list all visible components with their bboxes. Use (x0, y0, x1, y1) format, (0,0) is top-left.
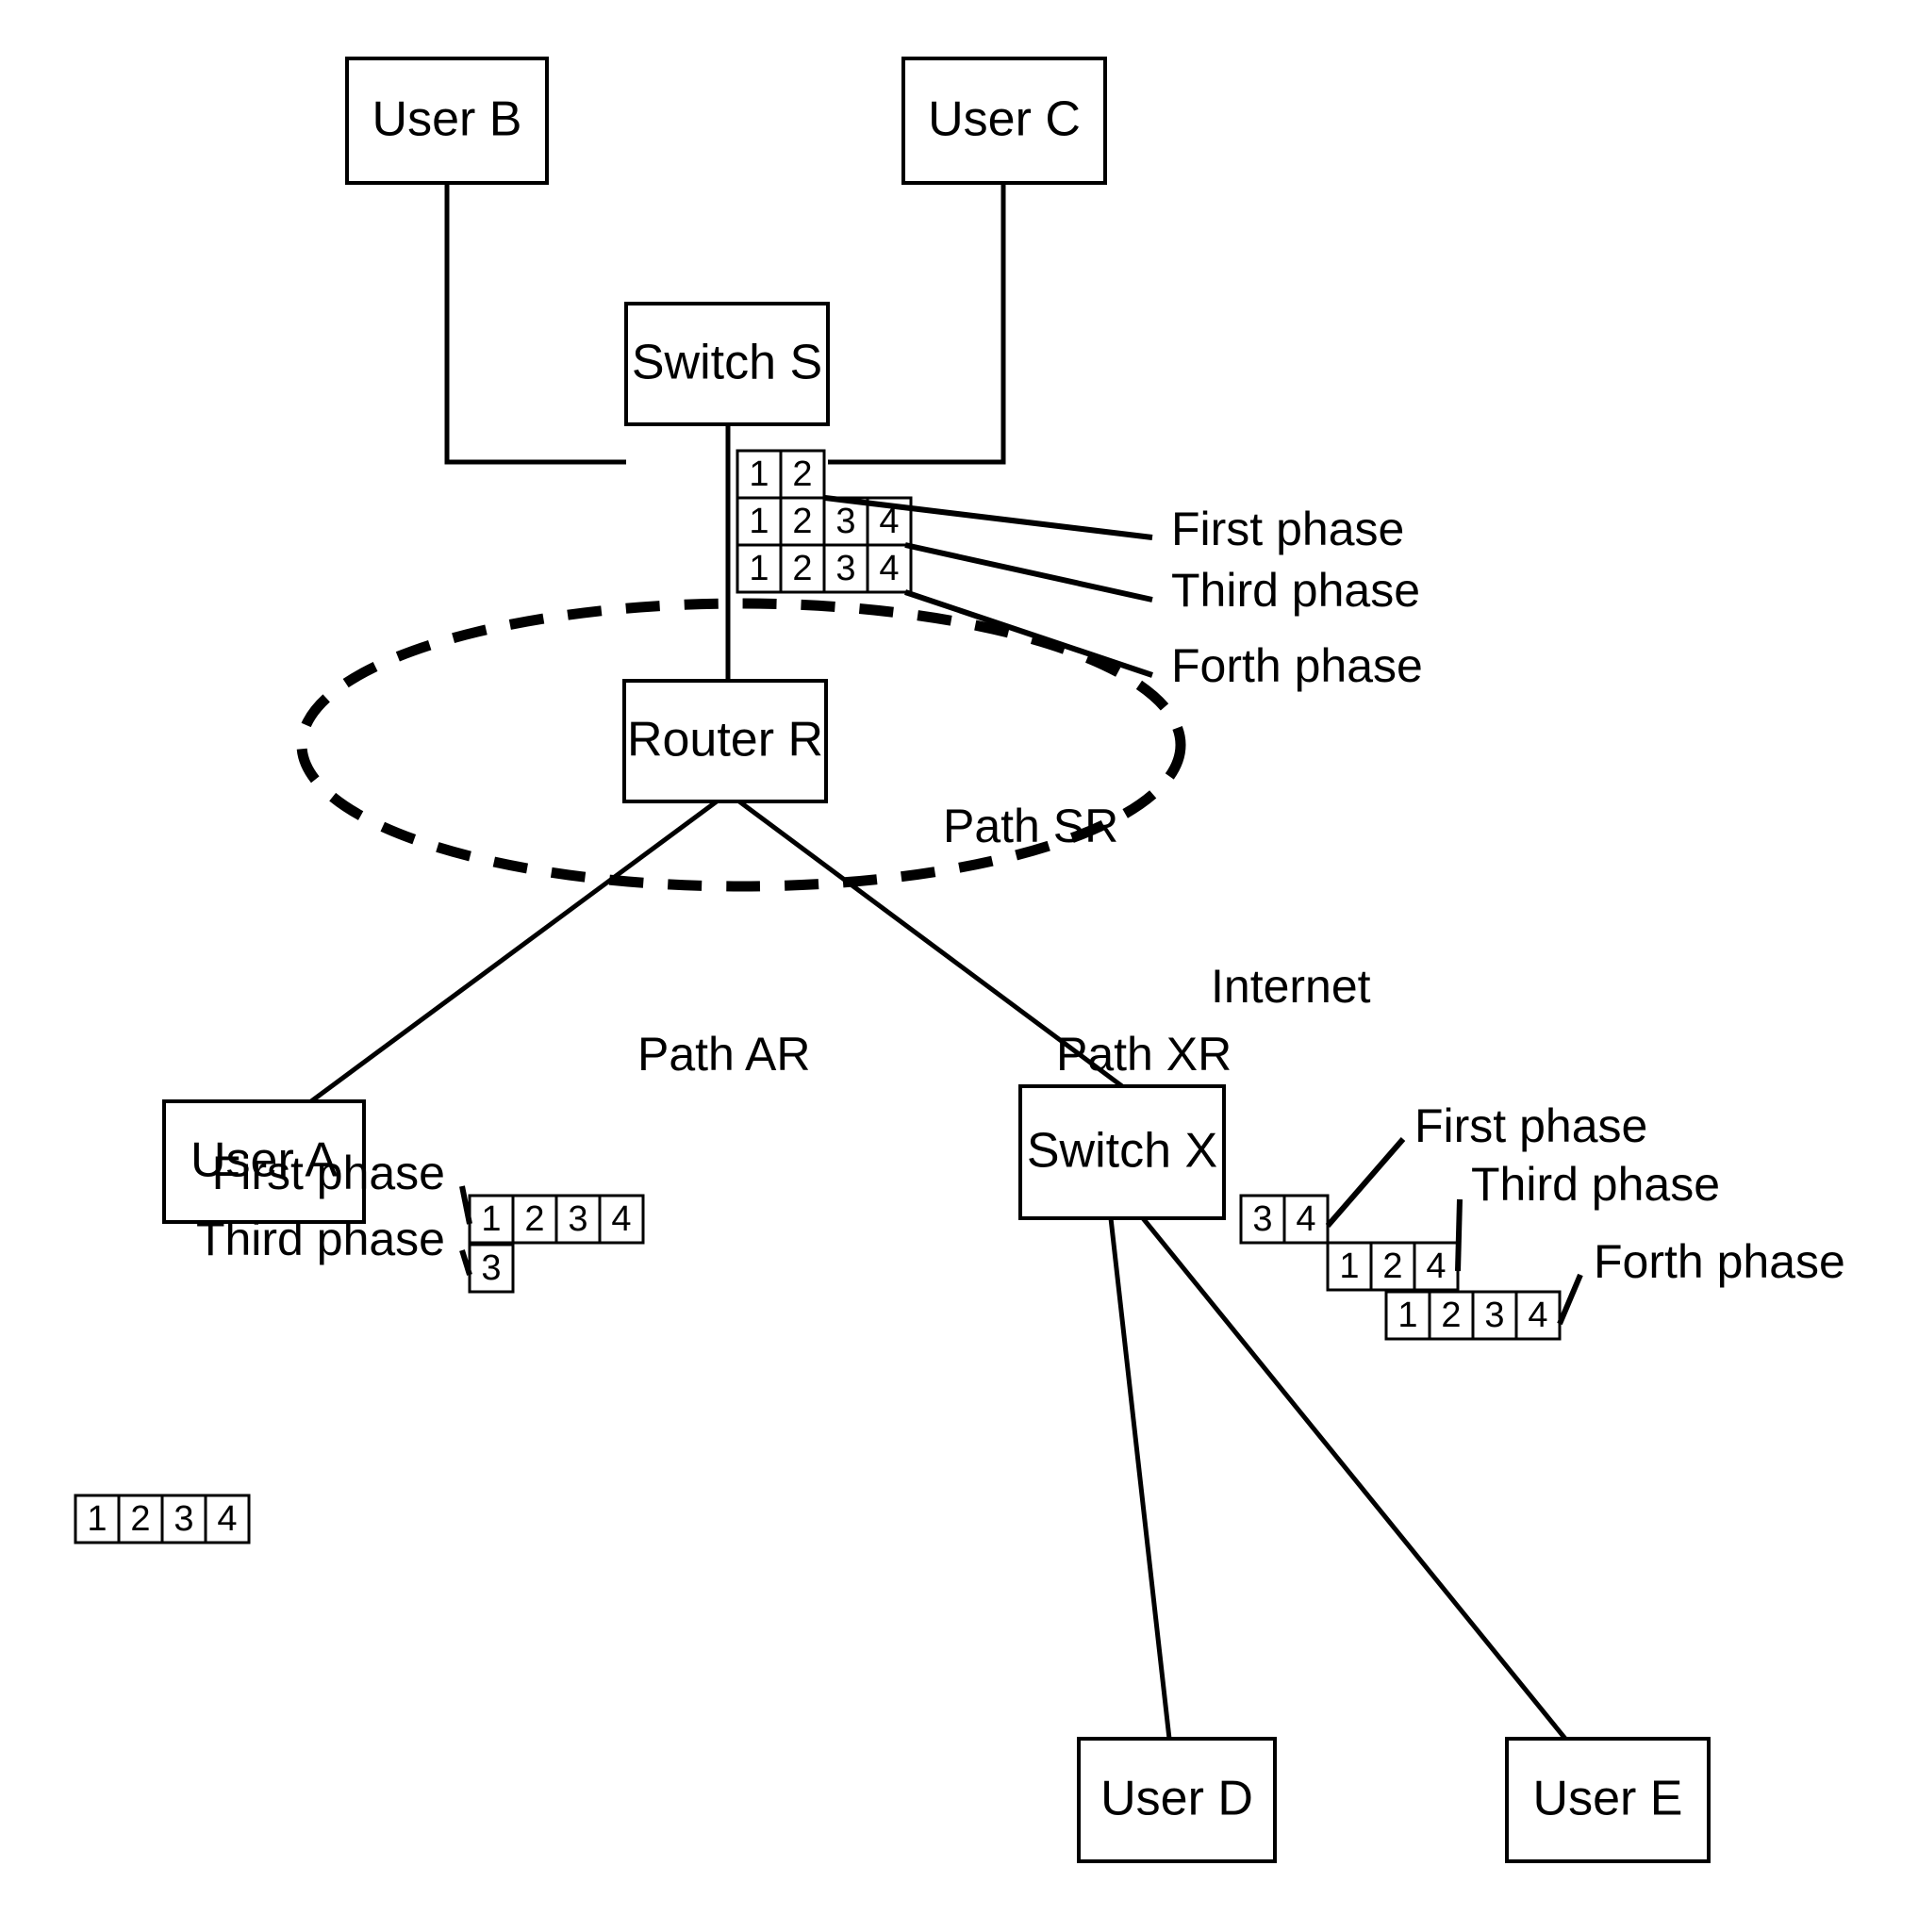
packet-cell-value: 3 (174, 1499, 193, 1539)
packet-group-ar-first: 1234 (468, 1194, 645, 1245)
packet-cell-value: 4 (1528, 1296, 1547, 1335)
packet-group-xr-third: 124 (1326, 1241, 1460, 1292)
packet-cell-value: 1 (481, 1199, 501, 1239)
packet-cell-value: 1 (1339, 1247, 1359, 1286)
node-label-user_e: User E (1533, 1772, 1683, 1826)
packet-cell-value: 3 (568, 1199, 587, 1239)
node-switch_x[interactable]: Switch X (1018, 1084, 1226, 1220)
phase-label-ar-third: Third phase (196, 1213, 445, 1265)
packet-cell-value: 1 (1397, 1296, 1417, 1335)
internet-label: Internet (1211, 960, 1371, 1013)
packet-cell-value: 1 (749, 502, 769, 541)
packet-cell-value: 4 (217, 1499, 237, 1539)
leader-line-sr-third (904, 542, 1153, 603)
packet-cell-value: 1 (749, 549, 769, 588)
link-user_c-switch_s (828, 183, 1006, 465)
phase-label-sr-first: First phase (1171, 503, 1404, 555)
phase-label-xr-first: First phase (1414, 1099, 1647, 1152)
node-label-user_d: User D (1100, 1772, 1253, 1826)
packet-cell-value: 2 (524, 1199, 544, 1239)
packet-cell-value: 3 (835, 502, 855, 541)
leader-line-ar-first (459, 1185, 472, 1225)
phase-label-sr-third: Third phase (1171, 564, 1420, 617)
leader-line-xr-first (1325, 1137, 1406, 1228)
node-user_b[interactable]: User B (345, 57, 549, 185)
leader-line-xr-third (1455, 1198, 1463, 1272)
leader-line-sr-forth (904, 589, 1153, 678)
packet-cell-value: 3 (1484, 1296, 1504, 1335)
packet-cell-value: 1 (749, 454, 769, 494)
network-diagram-canvas: Internet User B User C Switch S Router R Use… (0, 0, 1918, 1932)
packet-cell-value: 3 (1252, 1199, 1272, 1239)
packet-cell-value: 2 (1382, 1247, 1402, 1286)
phase-label-sr-forth: Forth phase (1171, 639, 1423, 692)
packet-cell-value: 3 (835, 549, 855, 588)
node-layer: User B User CSwitch SRouter RUser A Switch… (162, 57, 1711, 1863)
packet-group-xr-forth: 1234 (1384, 1290, 1562, 1341)
packet-group-user-a-buffer: 1234 (74, 1494, 251, 1544)
node-label-user_c: User C (928, 92, 1081, 147)
packet-group-xr-first: 34 (1239, 1194, 1330, 1245)
packet-cell-value: 2 (130, 1499, 150, 1539)
packet-cell-value: 4 (1296, 1199, 1315, 1239)
path-label-path_ar: Path AR (637, 1028, 810, 1081)
packet-cell-value: 1 (87, 1499, 107, 1539)
packet-group-sr-forth: 1234 (736, 543, 913, 594)
node-switch_s[interactable]: Switch S (624, 302, 830, 426)
phase-label-ar-first: First phase (212, 1147, 445, 1199)
packet-cell-value: 2 (792, 549, 812, 588)
path-label-path_xr: Path XR (1056, 1028, 1232, 1081)
phase-label-xr-third: Third phase (1471, 1158, 1720, 1211)
packet-cell-value: 3 (481, 1248, 501, 1288)
path-label-path_sr: Path SR (943, 800, 1118, 852)
link-switch_x-user_d (1108, 1217, 1172, 1740)
packet-cell-value: 2 (792, 454, 812, 494)
phase-label-xr-forth: Forth phase (1594, 1235, 1845, 1288)
link-layer (309, 183, 1567, 1741)
packet-cell-value: 4 (1426, 1247, 1446, 1286)
leader-line-xr-forth (1557, 1273, 1583, 1326)
link-user_b-switch_s (444, 183, 626, 465)
packet-group-ar-third: 3 (468, 1243, 515, 1294)
node-label-router_r: Router R (627, 713, 823, 768)
node-router_r[interactable]: Router R (622, 679, 828, 803)
node-user_c[interactable]: User C (901, 57, 1107, 185)
packet-cell-value: 2 (1441, 1296, 1461, 1335)
packet-cell-value: 2 (792, 502, 812, 541)
packet-cell-value: 4 (879, 549, 899, 588)
node-user_e[interactable]: User E (1505, 1737, 1711, 1863)
node-user_d[interactable]: User D (1077, 1737, 1277, 1863)
network-diagram-svg: Internet User B User C Switch S Router R Use… (74, 57, 1845, 1863)
node-label-switch_s: Switch S (632, 336, 822, 390)
packet-cell-value: 4 (611, 1199, 631, 1239)
node-label-switch_x: Switch X (1027, 1124, 1217, 1179)
node-label-user_b: User B (372, 92, 522, 147)
packet-group-sr-first: 12 (736, 449, 826, 500)
